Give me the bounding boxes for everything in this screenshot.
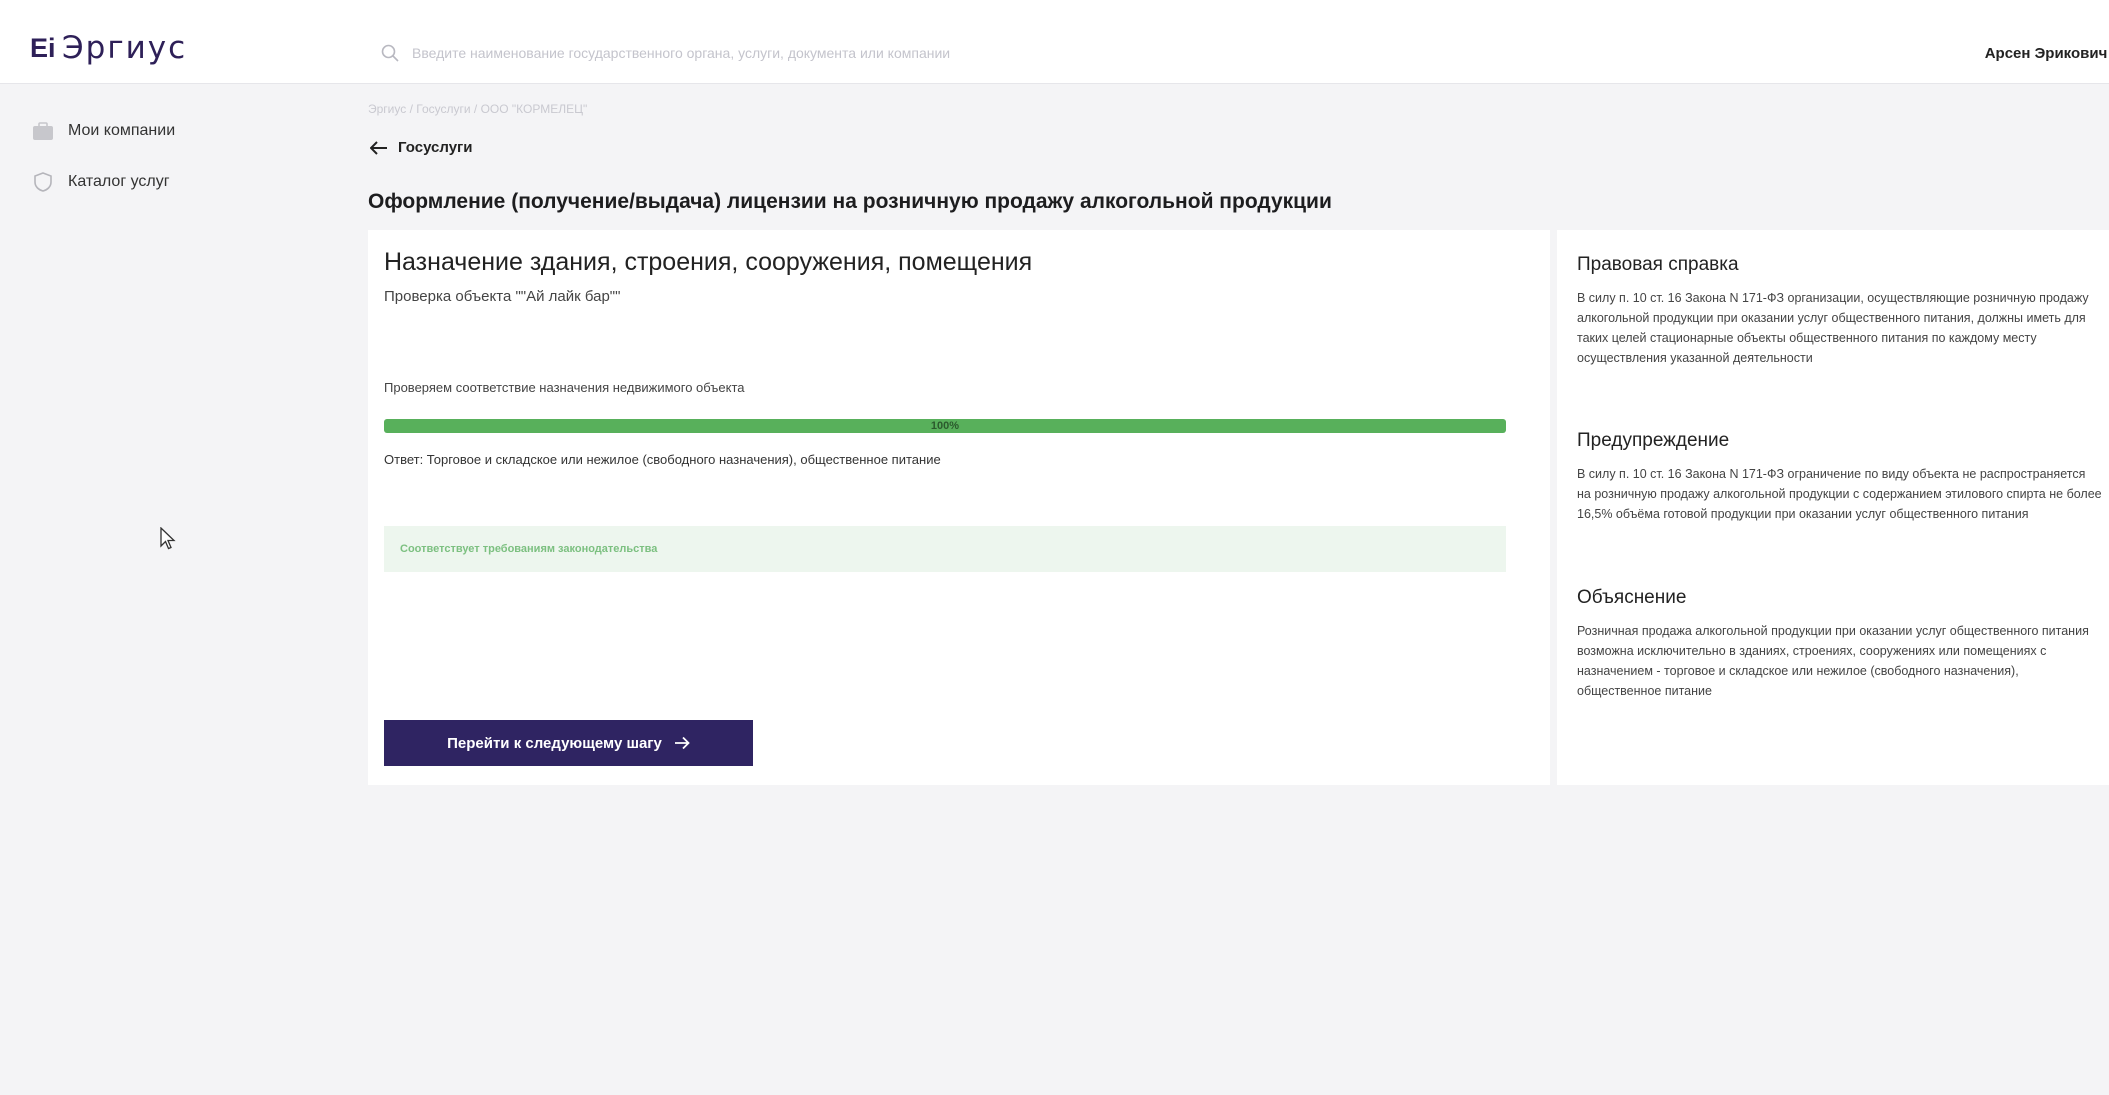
search-input[interactable]: [412, 45, 1512, 61]
top-header: Ei Эргиус Арсен Эрикович ▾: [0, 0, 2109, 84]
search-bar: [380, 38, 1580, 68]
shield-icon: [34, 172, 52, 192]
back-link[interactable]: Госуслуги: [370, 139, 473, 156]
warning-text: В силу п. 10 ст. 16 Закона N 171-ФЗ огра…: [1577, 467, 2102, 521]
step-title: Назначение здания, строения, сооружения,…: [384, 248, 1033, 276]
user-menu[interactable]: Арсен Эрикович ▾: [1985, 44, 2109, 62]
arrow-left-icon: [370, 140, 387, 155]
page-title: Оформление (получение/выдача) лицензии н…: [368, 190, 1332, 213]
check-label: Проверяем соответствие назначения недвиж…: [384, 380, 745, 395]
sidebar-item-label: Каталог услуг: [68, 173, 170, 190]
explanation-title: Объяснение: [1577, 587, 1687, 608]
sidebar-item-service-catalog[interactable]: Каталог услуг: [32, 171, 170, 193]
warning-title: Предупреждение: [1577, 430, 1730, 451]
status-text: Соответствует требованиям законодательст…: [400, 543, 658, 555]
legal-reference-title: Правовая справка: [1577, 254, 1739, 275]
back-link-label: Госуслуги: [398, 139, 473, 156]
mouse-cursor-icon: [160, 527, 176, 550]
user-name: Арсен Эрикович: [1984, 45, 2108, 62]
arrow-right-icon: [674, 736, 690, 750]
info-panel: Правовая справка В силу п. 10 ст. 16 Зак…: [1557, 230, 2109, 785]
logo-text: Эргиус: [62, 30, 188, 66]
progress-text: 100%: [930, 420, 960, 432]
briefcase-icon: [33, 122, 53, 140]
search-icon: [381, 44, 399, 62]
legal-reference-text: В силу п. 10 ст. 16 Закона N 171-ФЗ орга…: [1577, 291, 2089, 365]
sidebar-item-label: Мои компании: [68, 122, 176, 139]
sidebar: Мои компании Каталог услуг: [0, 85, 360, 1095]
step-subtitle: Проверка объекта ""Ай лайк бар"": [384, 288, 621, 305]
logo-mark: Ei: [30, 33, 56, 63]
next-step-button[interactable]: Перейти к следующему шагу: [384, 720, 753, 766]
next-step-label: Перейти к следующему шагу: [447, 734, 662, 752]
breadcrumb[interactable]: Эргиус / Госуслуги / ООО "КОРМЕЛЕЦ": [368, 102, 587, 116]
status-badge: Соответствует требованиям законодательст…: [384, 526, 1506, 572]
progress-bar: 100%: [384, 419, 1506, 433]
step-card: Назначение здания, строения, сооружения,…: [368, 230, 1550, 785]
answer-text: Ответ: Торговое и складское или нежилое …: [384, 452, 941, 467]
logo[interactable]: Ei Эргиус: [30, 30, 187, 66]
explanation-text: Розничная продажа алкогольной продукции …: [1577, 624, 2089, 698]
sidebar-item-my-companies[interactable]: Мои компании: [32, 120, 175, 142]
